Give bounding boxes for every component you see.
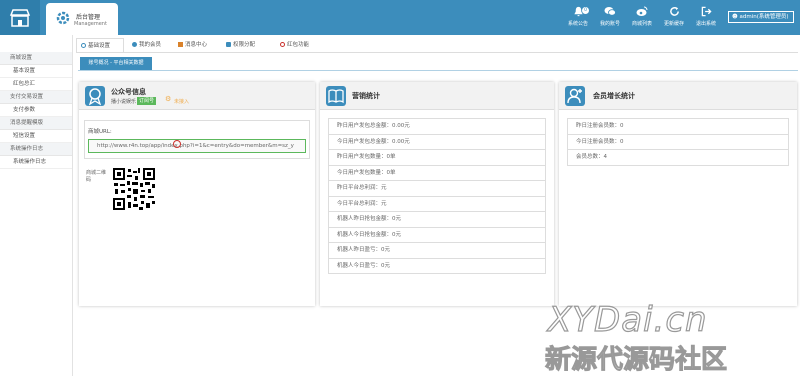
tab-message-center[interactable]: 消息中心 <box>178 38 207 52</box>
watermark-logo: XYDai.cn <box>547 299 708 340</box>
cursor-not-allowed-icon <box>173 140 181 148</box>
marketing-stats-list: 昨日用户发包总金额：0.00元 今日用户发包总金额：0.00元 昨日用户发包数量… <box>328 118 546 274</box>
management-title: 后台管理 <box>76 14 101 21</box>
nav-update-cache[interactable]: 更新缓存 <box>659 4 689 32</box>
nav-my-account[interactable]: 我的账号 <box>595 4 625 32</box>
lock-icon <box>226 42 231 47</box>
panel-header: 会员增长统计 <box>559 82 797 110</box>
qrcode-icon <box>112 167 156 211</box>
refresh-icon <box>669 6 679 16</box>
sidebar-group-store[interactable]: 商城设置 <box>0 52 72 65</box>
warning-icon: ⚙ <box>165 95 172 103</box>
stat-row: 昨日用户发包总金额：0.00元 <box>328 119 546 135</box>
user-icon: ☻ <box>732 14 738 20</box>
watermark-text: 新源代源码社区 <box>544 345 728 376</box>
sidebar-group-logs[interactable]: 系统操作日志 <box>0 143 72 156</box>
book-icon <box>326 86 346 106</box>
store-url-field[interactable]: http://www.r4n.top/app/index.php?i=1&c=e… <box>88 139 306 153</box>
access-status: 未接入 <box>174 99 190 105</box>
stat-row: 昨日注册会员数：0 <box>567 119 789 135</box>
panel-header: 营销统计 <box>320 82 554 110</box>
sidebar: 商城设置 基本设置 红包总汇 支付交易设置 支付参数 消息提醒模版 短信设置 系… <box>0 35 73 376</box>
store-logo-icon[interactable] <box>0 0 40 35</box>
tab-my-members[interactable]: 我的会员 <box>132 38 161 52</box>
sidebar-item-basic-settings[interactable]: 基本设置 <box>0 65 72 78</box>
sidebar-item-red-packet-summary[interactable]: 红包总汇 <box>0 78 72 91</box>
sidebar-item-operation-logs[interactable]: 系统操作日志 <box>0 156 72 169</box>
sidebar-group-message[interactable]: 消息提醒模版 <box>0 117 72 130</box>
top-bar: 后台管理 Management 0 系统公告 我的账号 商城列表 更新缓存 退出… <box>0 0 800 35</box>
account-name: 播小说娱乐 <box>111 99 137 105</box>
add-user-icon <box>565 86 585 106</box>
nav-store-list[interactable]: 商城列表 <box>627 4 657 32</box>
tab-red-packet[interactable]: 红包功能 <box>280 38 309 52</box>
stat-row: 今日平台总利润：元 <box>328 196 546 212</box>
user-icon <box>132 42 137 47</box>
member-growth-panel: 会员增长统计 昨日注册会员数：0 今日注册会员数：0 会员总数：4 <box>559 82 797 306</box>
sidebar-item-sms-settings[interactable]: 短信设置 <box>0 130 72 143</box>
stat-row: 机器人今日盈亏：0元 <box>328 258 546 274</box>
url-box: 商城URL: http://www.r4n.top/app/index.php?… <box>84 120 310 159</box>
badge-icon <box>85 86 105 106</box>
gift-icon <box>280 42 285 47</box>
stat-row: 今日用户发包总金额：0.00元 <box>328 134 546 150</box>
panel-title: 营销统计 <box>352 92 380 100</box>
envelope-icon <box>178 42 183 47</box>
stat-row: 机器人昨日抢包金额：0元 <box>328 212 546 228</box>
stat-row: 今日注册会员数：0 <box>567 134 789 150</box>
qr-label: 商城二维码 <box>86 170 107 183</box>
tab-permission[interactable]: 权限分配 <box>226 38 255 52</box>
sidebar-group-payment[interactable]: 支付交易设置 <box>0 91 72 104</box>
subtab-divider <box>78 70 798 71</box>
weibo-icon <box>636 6 648 16</box>
panel-header: 公众号信息 播小说娱乐 订阅号 ⚙ 未接入 <box>79 82 315 110</box>
management-tab[interactable]: 后台管理 Management <box>46 3 118 35</box>
stat-row: 昨日用户发包数量：0单 <box>328 150 546 166</box>
panel-title: 会员增长统计 <box>593 92 635 100</box>
stat-row: 昨日平台总利润：元 <box>328 181 546 197</box>
stat-row: 会员总数：4 <box>567 150 789 166</box>
account-overview-tab[interactable]: 账号概况 - 平台相关数据 <box>80 57 152 70</box>
gear-icon <box>81 43 86 48</box>
stat-row: 机器人昨日盈亏：0元 <box>328 243 546 259</box>
panel-title: 公众号信息 <box>111 88 146 96</box>
nav-announcements[interactable]: 0 系统公告 <box>563 4 593 32</box>
sidebar-item-payment-params[interactable]: 支付参数 <box>0 104 72 117</box>
stat-row: 机器人今日抢包金额：0元 <box>328 227 546 243</box>
tab-basic-settings[interactable]: 基础设置 <box>76 38 124 52</box>
chat-icon <box>604 7 616 16</box>
exit-icon <box>701 6 712 17</box>
account-info-panel: 公众号信息 播小说娱乐 订阅号 ⚙ 未接入 商城URL: http://www.… <box>79 82 315 306</box>
management-subtitle: Management <box>74 21 107 27</box>
admin-user-button[interactable]: ☻ admin(系统管理员) <box>728 11 794 23</box>
notice-badge: 0 <box>582 7 589 14</box>
member-stats-list: 昨日注册会员数：0 今日注册会员数：0 会员总数：4 <box>567 118 789 166</box>
gear-icon <box>56 11 70 25</box>
marketing-stats-panel: 营销统计 昨日用户发包总金额：0.00元 今日用户发包总金额：0.00元 昨日用… <box>320 82 554 306</box>
url-label: 商城URL: <box>88 129 112 135</box>
account-type-badge: 订阅号 <box>137 97 157 105</box>
stat-row: 今日用户发包数量：0单 <box>328 165 546 181</box>
tab-divider <box>76 52 798 53</box>
nav-logout[interactable]: 退出系统 <box>691 4 721 32</box>
